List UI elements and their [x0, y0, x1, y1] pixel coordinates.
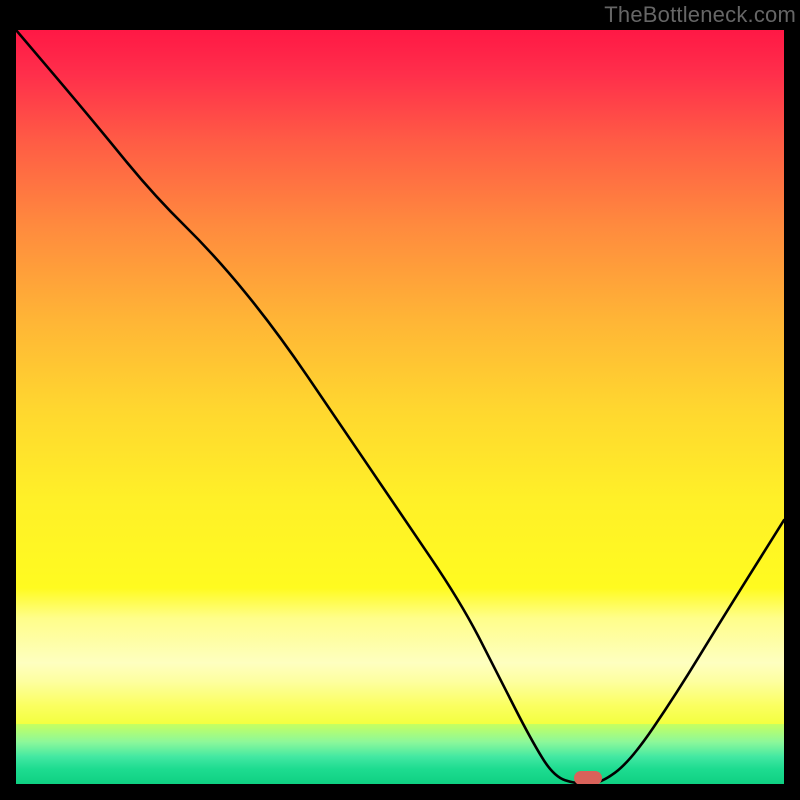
- plot-area: [16, 30, 784, 784]
- watermark-text: TheBottleneck.com: [604, 2, 796, 28]
- optimal-marker: [574, 771, 602, 784]
- bottleneck-curve: [16, 30, 784, 784]
- chart-container: TheBottleneck.com: [0, 0, 800, 800]
- curve-svg: [16, 30, 784, 784]
